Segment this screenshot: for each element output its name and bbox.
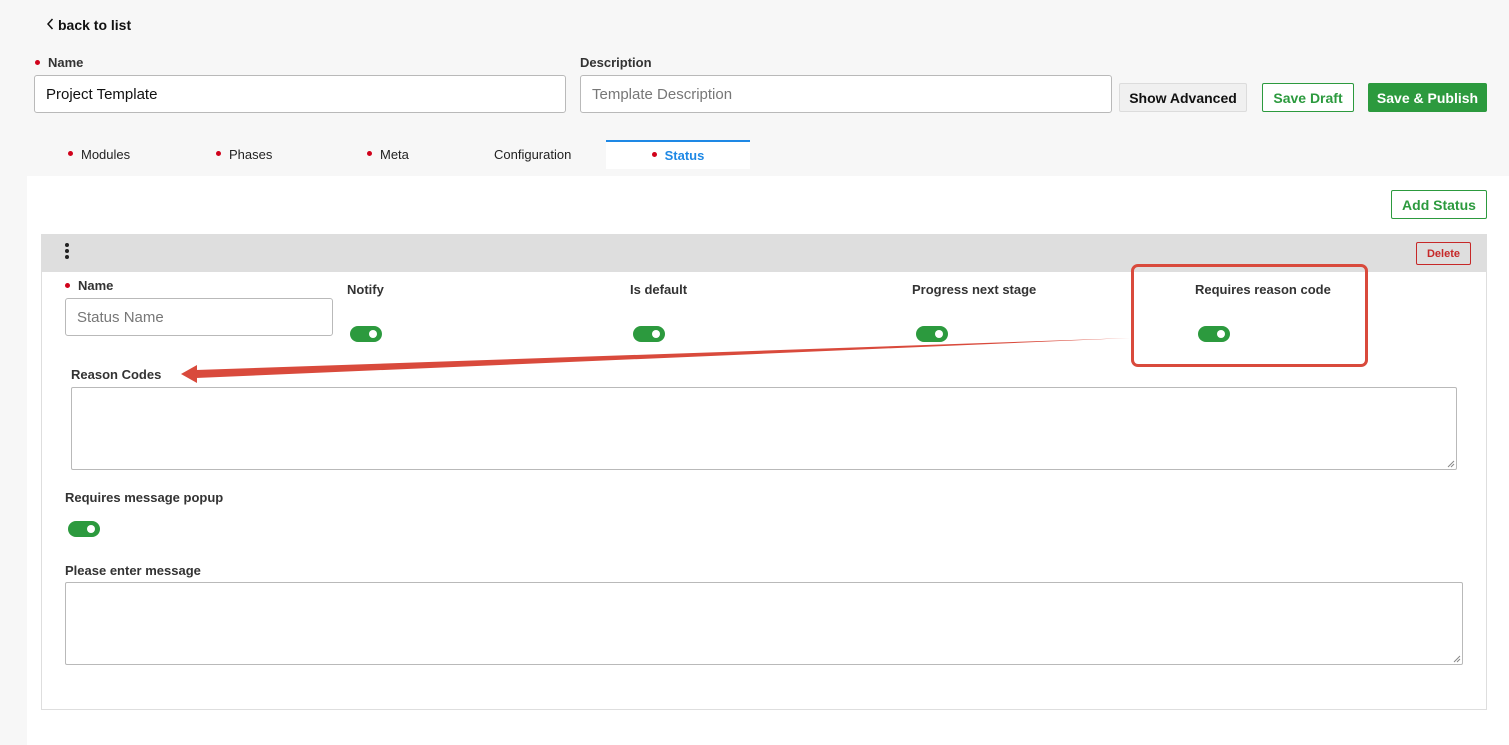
required-indicator bbox=[367, 150, 372, 156]
notify-toggle[interactable] bbox=[350, 326, 382, 342]
template-name-input[interactable]: Project Template bbox=[34, 75, 566, 113]
progress-next-stage-toggle[interactable] bbox=[916, 326, 948, 342]
save-draft-button[interactable]: Save Draft bbox=[1262, 83, 1354, 112]
resize-grip-icon[interactable] bbox=[1452, 654, 1461, 663]
message-label: Please enter message bbox=[65, 563, 201, 578]
reason-codes-textarea[interactable] bbox=[71, 387, 1457, 470]
back-to-list-link[interactable]: back to list bbox=[46, 17, 131, 33]
tab-configuration[interactable]: Configuration bbox=[494, 146, 571, 162]
requires-message-popup-toggle[interactable] bbox=[68, 521, 100, 537]
is-default-label: Is default bbox=[630, 282, 688, 297]
back-to-list-label: back to list bbox=[58, 17, 132, 33]
required-indicator bbox=[65, 283, 70, 289]
status-name-input[interactable]: Status Name bbox=[65, 298, 333, 336]
kebab-menu-icon[interactable] bbox=[64, 243, 69, 259]
show-advanced-button[interactable]: Show Advanced bbox=[1119, 83, 1247, 112]
tab-phases[interactable]: Phases bbox=[216, 146, 272, 162]
template-description-input[interactable]: Template Description bbox=[580, 75, 1112, 113]
description-field-label: Description bbox=[580, 55, 652, 70]
message-textarea[interactable] bbox=[65, 582, 1463, 665]
status-name-label: Name bbox=[65, 278, 113, 293]
reason-codes-label: Reason Codes bbox=[71, 367, 162, 382]
tab-status[interactable]: Status bbox=[606, 140, 750, 169]
notify-label: Notify bbox=[347, 282, 384, 297]
is-default-toggle[interactable] bbox=[633, 326, 665, 342]
name-field-label: Name bbox=[35, 55, 83, 70]
save-publish-button[interactable]: Save & Publish bbox=[1368, 83, 1487, 112]
resize-grip-icon[interactable] bbox=[1446, 459, 1455, 468]
progress-next-stage-label: Progress next stage bbox=[912, 282, 1037, 297]
required-indicator bbox=[651, 152, 657, 157]
chevron-left-icon bbox=[46, 17, 55, 33]
required-indicator bbox=[35, 60, 40, 66]
delete-status-button[interactable]: Delete bbox=[1416, 242, 1471, 265]
add-status-button[interactable]: Add Status bbox=[1391, 190, 1487, 219]
required-indicator bbox=[68, 150, 73, 156]
required-indicator bbox=[216, 150, 221, 156]
tab-meta[interactable]: Meta bbox=[367, 146, 409, 162]
requires-message-popup-label: Requires message popup bbox=[65, 490, 224, 505]
tab-modules[interactable]: Modules bbox=[68, 146, 130, 162]
annotation-highlight-box bbox=[1131, 264, 1368, 367]
